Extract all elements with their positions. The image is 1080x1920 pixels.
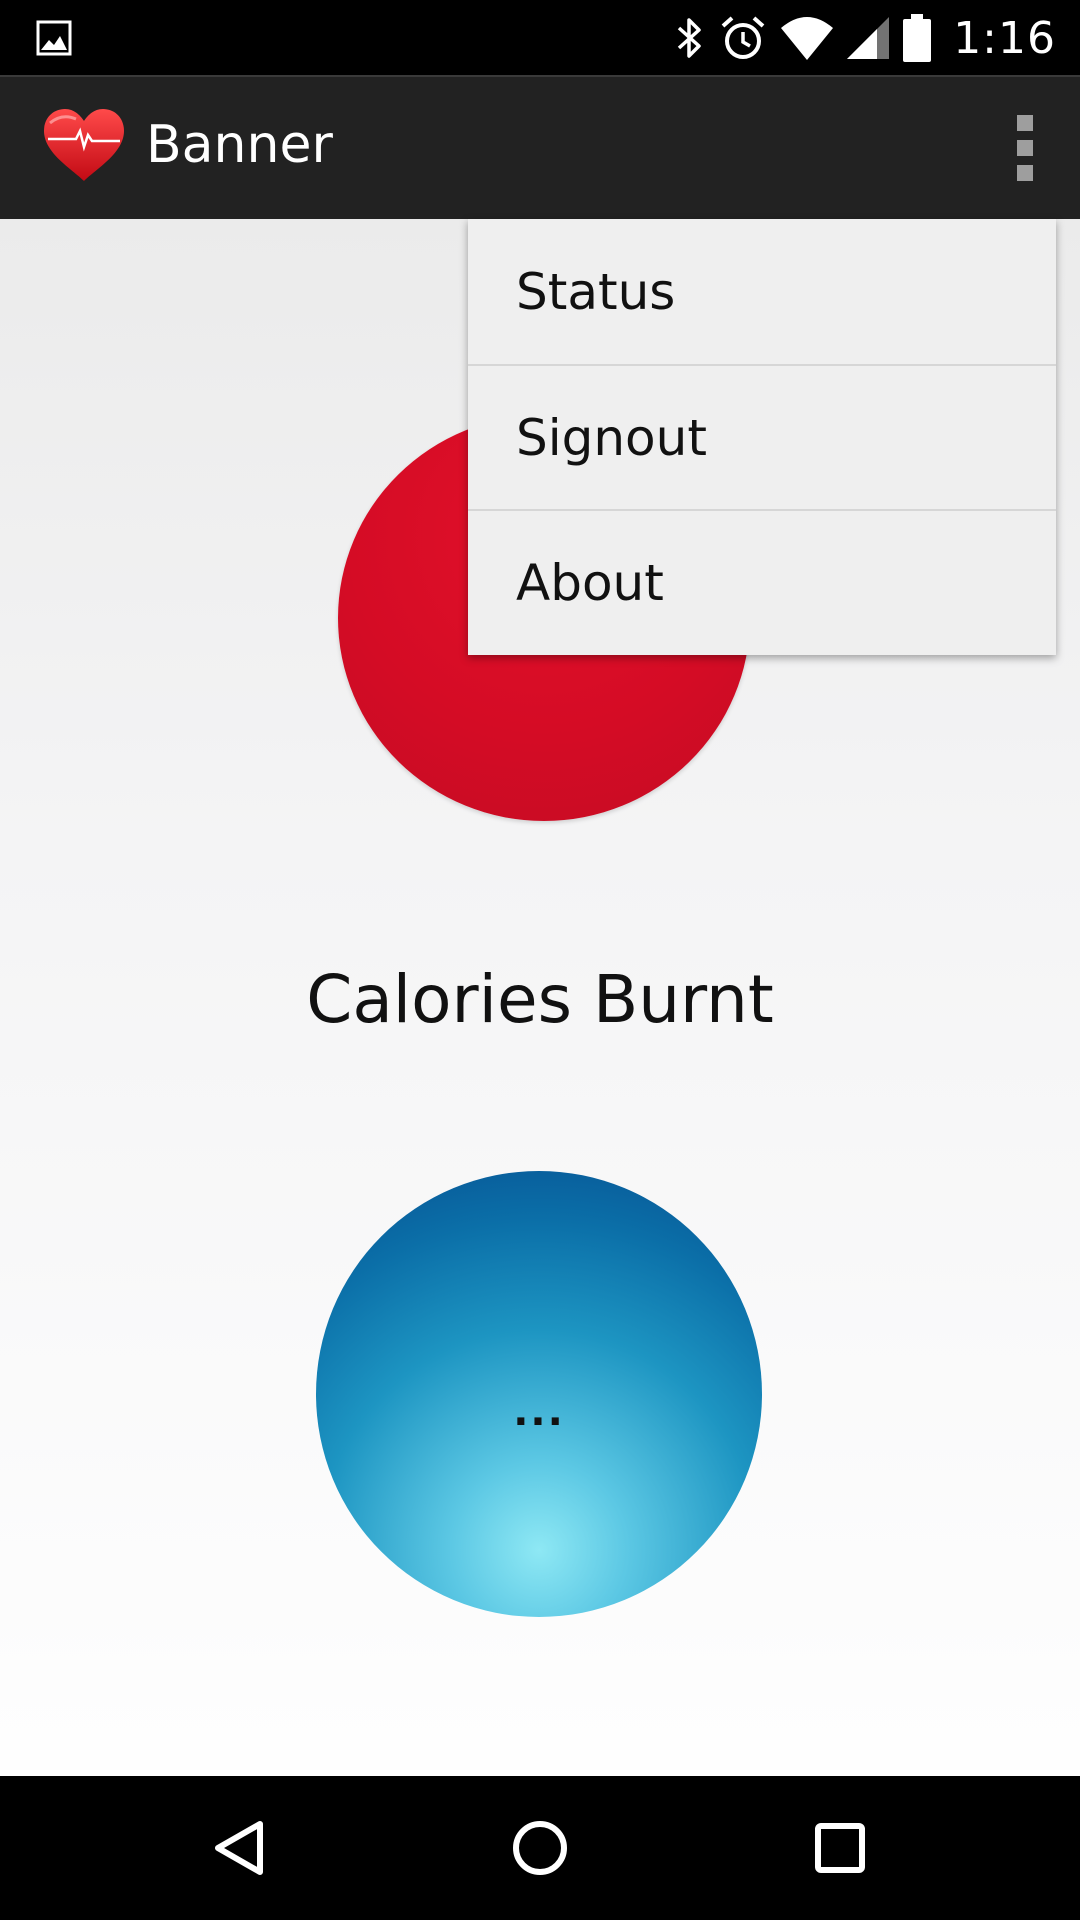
app-title: Banner xyxy=(146,115,333,175)
status-bar: 1:16 xyxy=(0,0,1080,75)
menu-item-status[interactable]: Status xyxy=(468,219,1056,364)
wifi-icon xyxy=(781,17,834,60)
overflow-menu: Status Signout About xyxy=(468,219,1056,655)
menu-item-label: Status xyxy=(516,262,676,321)
menu-item-about[interactable]: About xyxy=(468,509,1056,654)
overflow-dot xyxy=(1017,165,1033,181)
calories-title: Calories Burnt xyxy=(306,961,774,1038)
recents-icon[interactable] xyxy=(804,1812,876,1884)
gallery-icon xyxy=(36,20,72,56)
more-vert-icon[interactable] xyxy=(1010,115,1040,181)
screen: 1:16 Banner Hea Calories Burnt xyxy=(0,0,1080,1920)
menu-item-signout[interactable]: Signout xyxy=(468,364,1056,509)
overflow-dot xyxy=(1017,115,1033,131)
cell-signal-icon xyxy=(847,17,890,59)
bluetooth-icon xyxy=(678,18,701,58)
navigation-bar xyxy=(0,1776,1080,1920)
clock: 1:16 xyxy=(953,12,1056,64)
home-icon[interactable] xyxy=(504,1812,576,1884)
battery-icon xyxy=(903,14,932,62)
status-icons: 1:16 xyxy=(675,10,1056,66)
back-icon[interactable] xyxy=(204,1812,276,1884)
alarm-icon xyxy=(721,16,765,59)
app-bar: Banner xyxy=(0,75,1080,219)
heart-pulse-icon xyxy=(44,109,124,181)
calories-value: ... xyxy=(513,1389,565,1435)
menu-item-label: About xyxy=(516,553,664,612)
menu-item-label: Signout xyxy=(516,408,707,467)
overflow-dot xyxy=(1017,140,1033,156)
calories-orb[interactable]: ... xyxy=(316,1171,762,1617)
